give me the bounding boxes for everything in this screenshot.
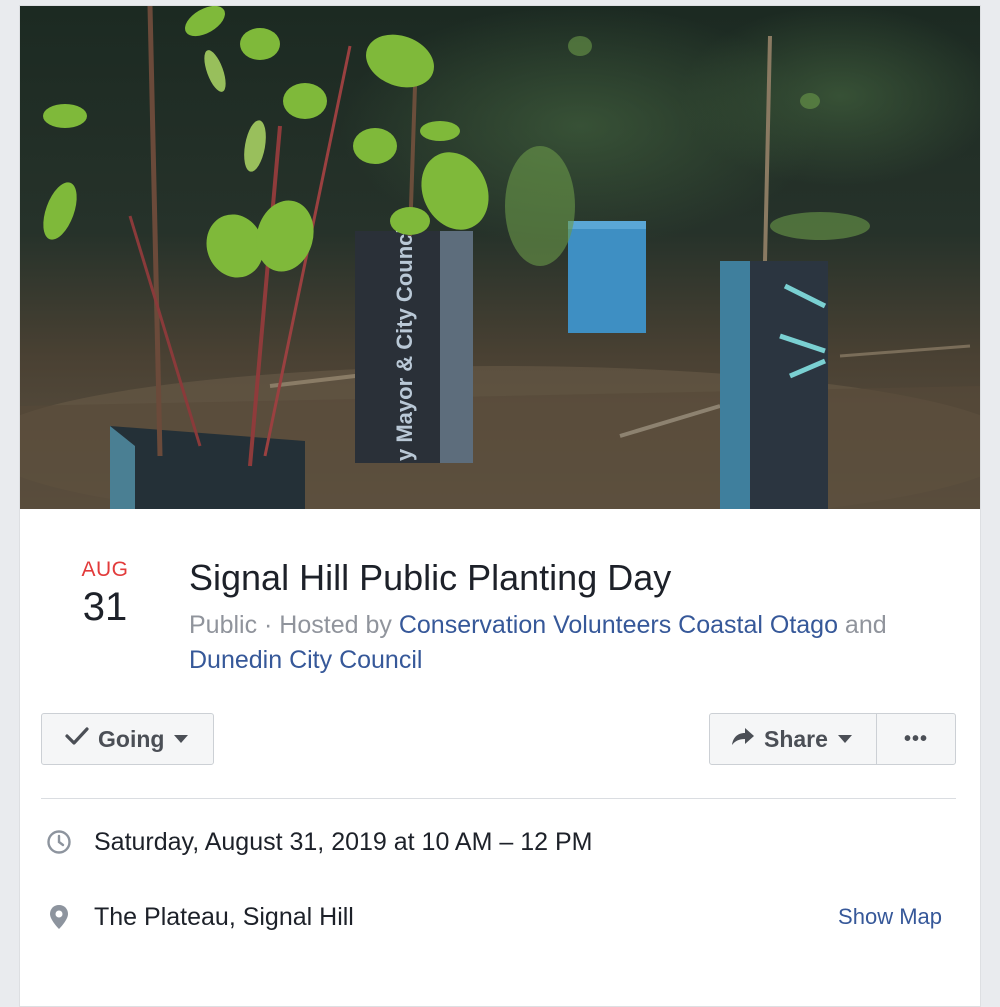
event-card: y Mayor & City Council AUG 31 Signal Hil…: [19, 5, 981, 1007]
chevron-down-icon: [837, 735, 852, 743]
event-location[interactable]: The Plateau, Signal Hill: [94, 903, 354, 932]
tree-guard-text: y Mayor & City Council: [392, 221, 417, 461]
more-options-button[interactable]: •••: [876, 713, 956, 765]
section-divider: [41, 798, 956, 799]
date-day: 31: [82, 585, 128, 629]
check-icon: [64, 725, 90, 753]
event-date: AUG 31: [60, 558, 150, 630]
event-title: Signal Hill Public Planting Day: [189, 557, 672, 598]
map-pin-icon: [46, 904, 72, 930]
hosted-by-label: · Hosted by: [257, 611, 399, 639]
show-map-link[interactable]: Show Map: [838, 904, 942, 930]
event-time-row: Saturday, August 31, 2019 at 10 AM – 12 …: [46, 824, 956, 860]
clock-icon: [46, 829, 72, 855]
more-icon: •••: [903, 727, 928, 750]
chevron-down-icon: [174, 735, 189, 743]
event-meta: Public · Hosted by Conservation Voluntee…: [189, 608, 949, 678]
share-button[interactable]: Share: [709, 713, 877, 765]
going-label: Going: [98, 725, 165, 752]
share-label: Share: [764, 725, 828, 752]
date-month: AUG: [81, 558, 129, 581]
privacy-label: Public: [189, 611, 258, 639]
conjunction-label: and: [837, 611, 887, 639]
going-button[interactable]: Going: [41, 713, 214, 765]
event-datetime: Saturday, August 31, 2019 at 10 AM – 12 …: [94, 827, 593, 856]
host-link-cvco[interactable]: Conservation Volunteers Coastal Otago: [399, 611, 838, 639]
event-location-row: The Plateau, Signal Hill Show Map: [46, 899, 956, 935]
host-link-dcc[interactable]: Dunedin City Council: [189, 646, 422, 674]
share-arrow-icon: [730, 725, 756, 753]
cover-photo: y Mayor & City Council: [20, 6, 980, 509]
